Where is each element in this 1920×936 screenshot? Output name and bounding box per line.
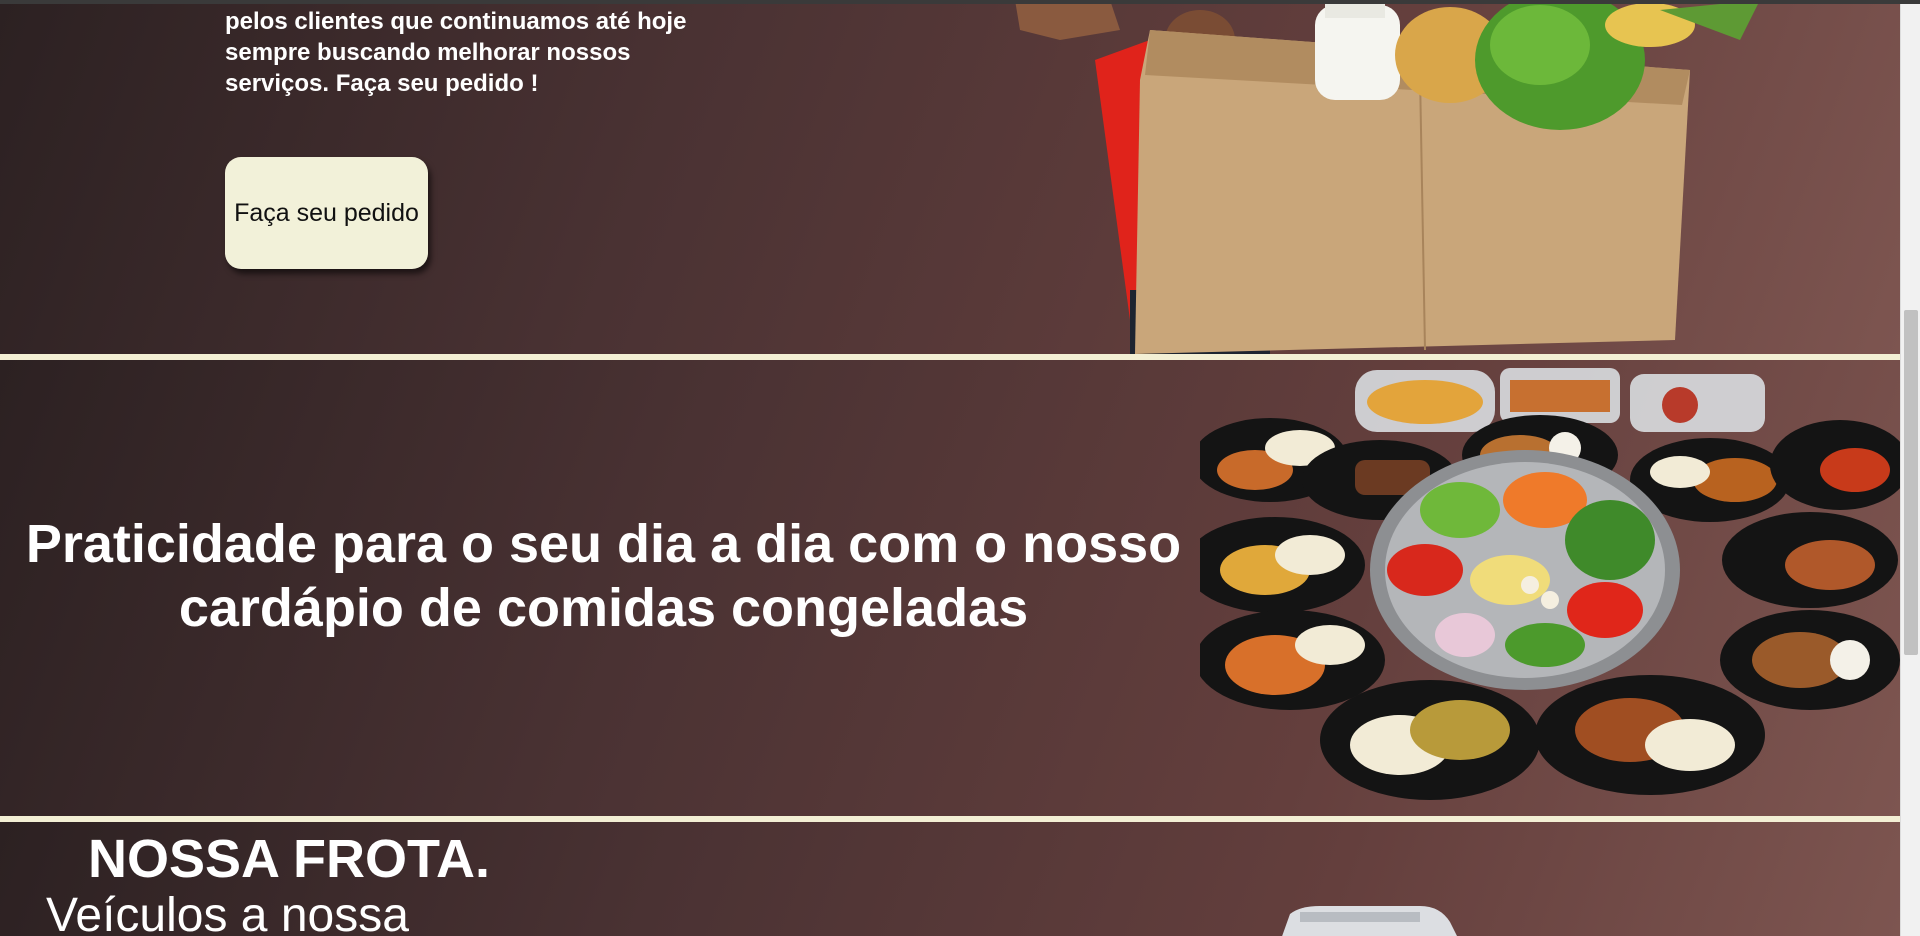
frozen-food-section: Praticidade para o seu dia a dia com o n… [0, 360, 1900, 816]
intro-line: serviços. Faça seu pedido ! [225, 70, 539, 97]
intro-text: pelos clientes que continuamos até hoje … [225, 6, 785, 99]
fleet-title: NOSSA FROTA. [88, 829, 490, 889]
practicality-heading: Praticidade para o seu dia a dia com o n… [0, 512, 1207, 640]
intro-section: pelos clientes que continuamos até hoje … [0, 0, 1900, 354]
fleet-section: NOSSA FROTA. Veículos a nossa [0, 822, 1900, 936]
page-content: pelos clientes que continuamos até hoje … [0, 0, 1900, 936]
delivery-person-image [1015, 0, 1760, 354]
intro-line: pelos clientes que continuamos até hoje [225, 8, 687, 35]
heading-line: cardápio de comidas congeladas [178, 578, 1029, 638]
scrollbar-thumb[interactable] [1904, 310, 1918, 655]
browser-top-edge [0, 0, 1920, 4]
order-button[interactable]: Faça seu pedido [225, 157, 428, 269]
intro-line: sempre buscando melhorar nossos [225, 39, 631, 66]
fleet-subtitle: Veículos a nossa [46, 889, 409, 936]
heading-line: Praticidade para o seu dia a dia com o n… [25, 514, 1182, 574]
truck-image [1282, 906, 1457, 936]
frozen-meals-image [1200, 368, 1900, 800]
vertical-scrollbar[interactable] [1900, 0, 1920, 936]
